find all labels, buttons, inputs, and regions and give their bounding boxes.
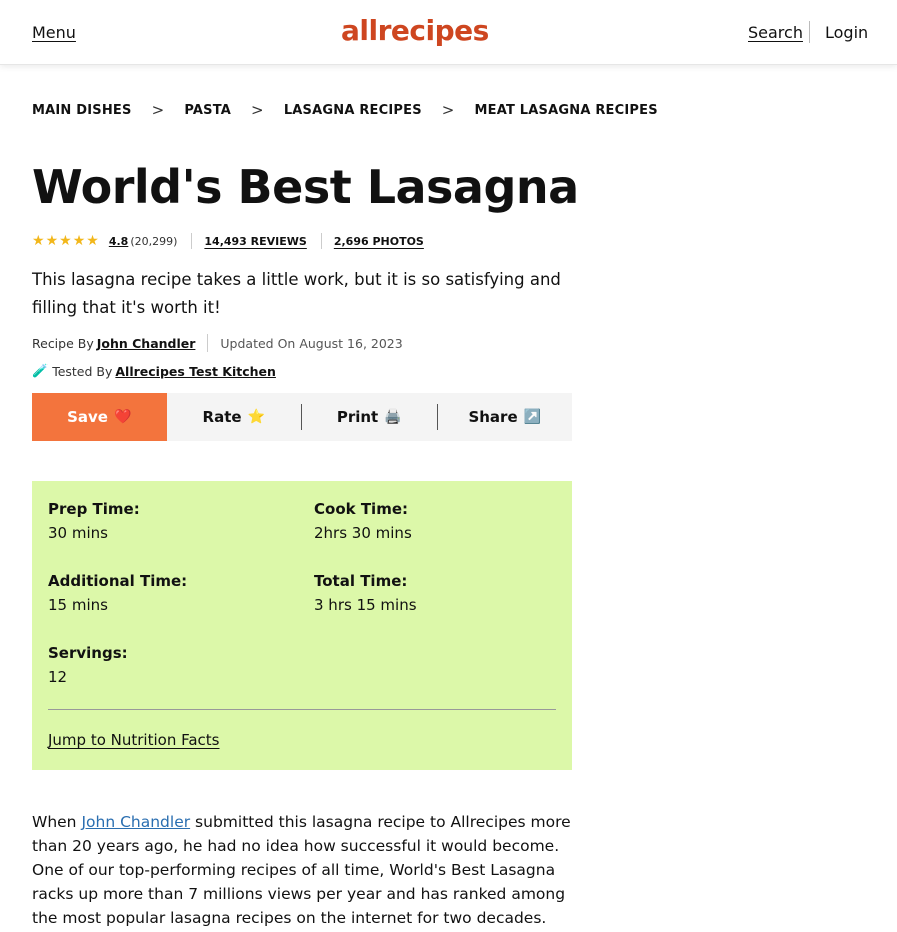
save-button[interactable]: Save ❤️ [32,393,167,441]
updated-date: Updated On August 16, 2023 [220,335,403,351]
rating-value[interactable]: 4.8 [109,235,129,248]
details-divider [48,709,556,710]
share-label: Share [468,408,518,426]
test-tube-icon: 🧪 [32,363,49,379]
cook-time-label: Cook Time: [314,500,408,518]
share-button[interactable]: Share ↗️ [438,393,573,441]
breadcrumb-separator: > [151,101,165,119]
photos-link[interactable]: 2,696 PHOTOS [334,235,424,248]
cook-time-value: 2hrs 30 mins [314,524,412,542]
breadcrumb-pasta[interactable]: PASTA [184,103,231,118]
byline-divider [207,334,209,352]
test-kitchen-link[interactable]: Allrecipes Test Kitchen [115,364,276,379]
breadcrumb-main-dishes[interactable]: MAIN DISHES [32,103,132,118]
reviews-link[interactable]: 14,493 REVIEWS [204,235,306,248]
prep-time-value: 30 mins [48,524,108,542]
share-arrow-icon: ↗️ [523,409,542,425]
breadcrumb: MAIN DISHES > PASTA > LASAGNA RECIPES > … [32,100,658,120]
total-time-label: Total Time: [314,572,408,590]
author-link[interactable]: John Chandler [97,336,196,351]
breadcrumb-meat-lasagna-recipes[interactable]: MEAT LASAGNA RECIPES [475,103,658,118]
star-icon: ★ [86,233,99,249]
star-rating: ★ ★ ★ ★ ★ [32,234,99,248]
recipe-by-label: Recipe By [32,335,94,351]
print-label: Print [336,408,379,426]
breadcrumb-separator: > [441,101,455,119]
servings-value: 12 [48,668,68,686]
additional-time: Additional Time: 15 mins [48,569,288,617]
recipe-title: World's Best Lasagna [32,160,579,214]
allrecipes-logo[interactable]: allrecipes [341,14,489,47]
star-icon: ★ [45,233,59,249]
star-icon: ★ [72,233,86,249]
rate-button[interactable]: Rate ⭐ [167,393,302,441]
rating-count: (20,299) [130,234,178,248]
rating-row: ★ ★ ★ ★ ★ 4.8 (20,299) 14,493 REVIEWS 2,… [32,232,438,250]
recipe-byline: Recipe By John Chandler Updated On Augus… [32,334,403,352]
heart-icon: ❤️ [113,409,132,425]
additional-time-label: Additional Time: [48,572,188,590]
total-time: Total Time: 3 hrs 15 mins [314,569,554,617]
save-label: Save [67,408,108,426]
recipe-description: This lasagna recipe takes a little work,… [32,270,561,317]
breadcrumb-separator: > [251,101,264,119]
recipe-details-box: Prep Time: 30 mins Cook Time: 2hrs 30 mi… [32,481,572,770]
header-divider [809,21,810,43]
additional-time-value: 15 mins [48,596,108,614]
prep-time-label: Prep Time: [48,500,140,518]
recipe-intro-paragraph: When John Chandler submitted this lasagn… [32,810,577,932]
rating-divider [320,233,322,249]
total-time-value: 3 hrs 15 mins [314,596,417,614]
rating-divider [191,233,193,249]
prep-time: Prep Time: 30 mins [48,497,288,545]
menu-button[interactable]: Menu [32,23,76,42]
servings-label: Servings: [48,644,128,662]
jump-to-nutrition-link[interactable]: Jump to Nutrition Facts [48,731,220,749]
printer-icon: 🖨️ [384,409,402,425]
tested-by-label: Tested By [52,363,113,379]
login-link[interactable]: Login [825,23,868,42]
rate-label: Rate [202,408,242,426]
star-icon: ★ [32,233,45,249]
cook-time: Cook Time: 2hrs 30 mins [314,497,554,545]
site-header: Menu allrecipes Search Login [0,0,897,65]
author-inline-link[interactable]: John Chandler [81,813,190,831]
search-link[interactable]: Search [748,23,803,42]
breadcrumb-lasagna-recipes[interactable]: LASAGNA RECIPES [284,103,422,118]
tested-by-row: 🧪 Tested By Allrecipes Test Kitchen [32,362,276,380]
servings: Servings: 12 [48,641,288,689]
star-icon: ⭐ [247,409,265,425]
intro-when: When [32,813,77,831]
print-button[interactable]: Print 🖨️ [302,393,437,441]
recipe-action-bar: Save ❤️ Rate ⭐ Print 🖨️ Share ↗️ [32,393,572,441]
star-icon: ★ [59,233,72,249]
